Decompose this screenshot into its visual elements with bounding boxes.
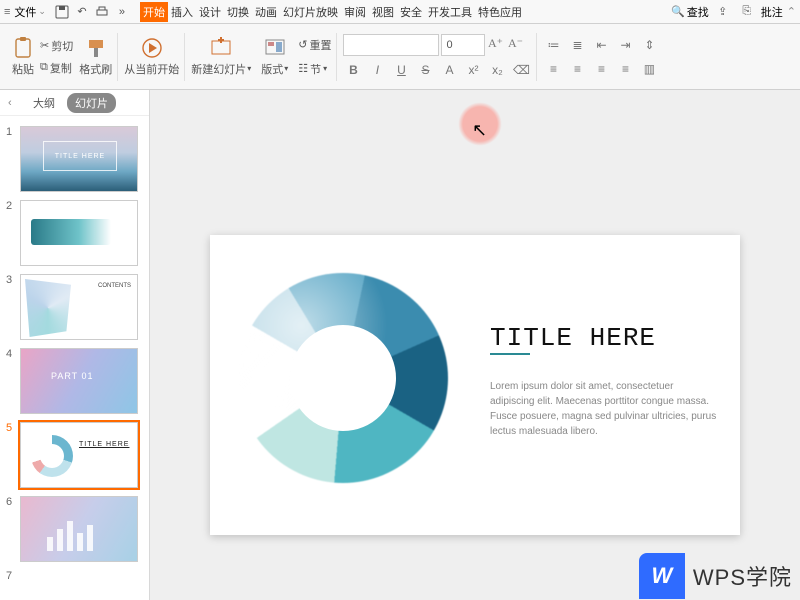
thumbnail-item[interactable]: 4 PART 01 bbox=[0, 344, 149, 418]
from-current-button[interactable]: 从当前开始 bbox=[124, 37, 179, 77]
brush-ring-graphic bbox=[238, 273, 448, 483]
more-icon[interactable]: » bbox=[112, 2, 132, 22]
numbering-icon[interactable]: ≣ bbox=[567, 35, 587, 55]
from-current-label: 从当前开始 bbox=[124, 61, 179, 77]
panel-collapse-icon[interactable]: ‹ bbox=[8, 97, 12, 109]
title-underline bbox=[490, 353, 530, 355]
tab-start[interactable]: 开始 bbox=[140, 2, 168, 22]
scissors-icon: ✂ bbox=[40, 39, 49, 52]
align-left-icon[interactable]: ≡ bbox=[543, 59, 563, 79]
font-size-select[interactable]: 0 bbox=[441, 34, 485, 56]
tab-special[interactable]: 特色应用 bbox=[475, 2, 525, 22]
tab-design[interactable]: 设计 bbox=[196, 2, 224, 22]
slide-canvas[interactable]: ↖ TITLE HERE Lorem ipsum dolor sit amet,… bbox=[150, 90, 800, 600]
tab-slideshow[interactable]: 幻灯片放映 bbox=[280, 2, 341, 22]
layout-button[interactable]: 版式▾ bbox=[261, 37, 288, 77]
indent-increase-icon[interactable]: ⇥ bbox=[615, 35, 635, 55]
align-center-icon[interactable]: ≡ bbox=[567, 59, 587, 79]
line-spacing-icon[interactable]: ⇕ bbox=[639, 35, 659, 55]
font-family-select[interactable] bbox=[343, 34, 439, 56]
format-painter-label: 格式刷 bbox=[79, 61, 112, 77]
bold-icon[interactable]: B bbox=[343, 60, 363, 80]
thumbnail-item[interactable]: 5 TITLE HERE bbox=[0, 418, 149, 492]
italic-icon[interactable]: I bbox=[367, 60, 387, 80]
hamburger-icon[interactable]: ≡ bbox=[4, 6, 10, 18]
subscript-icon[interactable]: x₂ bbox=[487, 60, 507, 80]
thumbnail-list[interactable]: 1 TITLE HERE 2 3 CONTENTS 4 PART 01 5 TI… bbox=[0, 116, 149, 600]
export-icon[interactable]: ⎘ bbox=[737, 2, 757, 22]
tab-animation[interactable]: 动画 bbox=[252, 2, 280, 22]
thumbnail-item[interactable]: 6 bbox=[0, 492, 149, 566]
chevron-down-icon[interactable]: ⌄ bbox=[38, 6, 46, 17]
tab-security[interactable]: 安全 bbox=[397, 2, 425, 22]
collapse-icon[interactable]: ⌃ bbox=[787, 5, 796, 18]
paste-label: 粘贴 bbox=[12, 61, 34, 77]
align-right-icon[interactable]: ≡ bbox=[591, 59, 611, 79]
search-icon: 🔍 bbox=[671, 5, 685, 18]
outline-tab[interactable]: 大纲 bbox=[33, 95, 55, 111]
bullets-icon[interactable]: ≔ bbox=[543, 35, 563, 55]
superscript-icon[interactable]: x² bbox=[463, 60, 483, 80]
format-painter-button[interactable]: 格式刷 bbox=[79, 37, 112, 77]
watermark-text: WPS学院 bbox=[693, 560, 792, 592]
ribbon-tabs: 开始 插入 设计 切换 动画 幻灯片放映 审阅 视图 安全 开发工具 特色应用 bbox=[140, 2, 525, 22]
tab-devtools[interactable]: 开发工具 bbox=[425, 2, 475, 22]
font-group: 0 A⁺ A⁻ B I U S A x² x₂ ⌫ bbox=[337, 27, 537, 87]
increase-font-icon[interactable]: A⁺ bbox=[485, 34, 505, 54]
watermark: W WPS学院 bbox=[639, 552, 800, 600]
reset-button[interactable]: ↺重置 bbox=[298, 35, 331, 55]
chevron-down-icon: ▾ bbox=[284, 64, 288, 73]
menu-bar: ≡ 文件 ⌄ ↶ » 开始 插入 设计 切换 动画 幻灯片放映 审阅 视图 安全… bbox=[0, 0, 800, 24]
paste-button[interactable]: 粘贴 bbox=[12, 37, 34, 77]
chevron-down-icon: ▾ bbox=[247, 64, 251, 73]
thumbnail-item[interactable]: 1 TITLE HERE bbox=[0, 122, 149, 196]
font-color-icon[interactable]: A bbox=[439, 60, 459, 80]
clipboard-group: 粘贴 ✂剪切 ⧉复制 格式刷 bbox=[6, 27, 118, 87]
indent-decrease-icon[interactable]: ⇤ bbox=[591, 35, 611, 55]
slides-group: 新建幻灯片▾ 版式▾ ↺重置 ☷节▾ bbox=[185, 27, 337, 87]
underline-icon[interactable]: U bbox=[391, 60, 411, 80]
columns-icon[interactable]: ▥ bbox=[639, 59, 659, 79]
slides-tab[interactable]: 幻灯片 bbox=[67, 93, 116, 113]
tab-review[interactable]: 审阅 bbox=[341, 2, 369, 22]
decrease-font-icon[interactable]: A⁻ bbox=[505, 34, 525, 54]
thumbnail-item[interactable]: 3 CONTENTS bbox=[0, 270, 149, 344]
wps-logo-icon: W bbox=[639, 553, 685, 599]
section-icon: ☷ bbox=[298, 62, 308, 75]
clear-format-icon[interactable]: ⌫ bbox=[511, 60, 531, 80]
workspace: ‹ 大纲 幻灯片 1 TITLE HERE 2 3 CONTENTS 4 PAR… bbox=[0, 90, 800, 600]
new-slide-button[interactable]: 新建幻灯片▾ bbox=[191, 37, 251, 77]
search-label: 查找 bbox=[687, 4, 709, 20]
slide-panel: ‹ 大纲 幻灯片 1 TITLE HERE 2 3 CONTENTS 4 PAR… bbox=[0, 90, 150, 600]
undo-icon[interactable]: ↶ bbox=[72, 2, 92, 22]
copy-button[interactable]: ⧉复制 bbox=[40, 58, 73, 78]
reset-icon: ↺ bbox=[298, 38, 307, 51]
section-button[interactable]: ☷节▾ bbox=[298, 59, 331, 79]
paragraph-group: ≔ ≣ ⇤ ⇥ ⇕ ≡ ≡ ≡ ≡ ▥ bbox=[537, 27, 665, 87]
tab-view[interactable]: 视图 bbox=[369, 2, 397, 22]
ribbon: 粘贴 ✂剪切 ⧉复制 格式刷 从当前开始 新建幻灯片▾ 版式 bbox=[0, 24, 800, 90]
slide-title[interactable]: TITLE HERE bbox=[490, 323, 656, 353]
annotate-button[interactable]: 批注 bbox=[761, 4, 783, 20]
share-icon[interactable]: ⇪ bbox=[713, 2, 733, 22]
chevron-down-icon: ▾ bbox=[323, 64, 327, 73]
save-icon[interactable] bbox=[52, 2, 72, 22]
strikethrough-icon[interactable]: S bbox=[415, 60, 435, 80]
tab-insert[interactable]: 插入 bbox=[168, 2, 196, 22]
cut-button[interactable]: ✂剪切 bbox=[40, 36, 73, 56]
play-group: 从当前开始 bbox=[118, 27, 185, 87]
print-icon[interactable] bbox=[92, 2, 112, 22]
tab-transition[interactable]: 切换 bbox=[224, 2, 252, 22]
thumbnail-item[interactable]: 2 bbox=[0, 196, 149, 270]
slide-body-text[interactable]: Lorem ipsum dolor sit amet, consectetuer… bbox=[490, 379, 720, 439]
search-button[interactable]: 🔍 查找 bbox=[671, 4, 709, 20]
copy-icon: ⧉ bbox=[40, 61, 48, 74]
slide[interactable]: TITLE HERE Lorem ipsum dolor sit amet, c… bbox=[210, 235, 740, 535]
justify-icon[interactable]: ≡ bbox=[615, 59, 635, 79]
click-indicator-icon bbox=[458, 102, 502, 146]
thumbnail-item[interactable]: 7 bbox=[0, 566, 149, 586]
file-menu[interactable]: 文件 bbox=[14, 4, 36, 20]
